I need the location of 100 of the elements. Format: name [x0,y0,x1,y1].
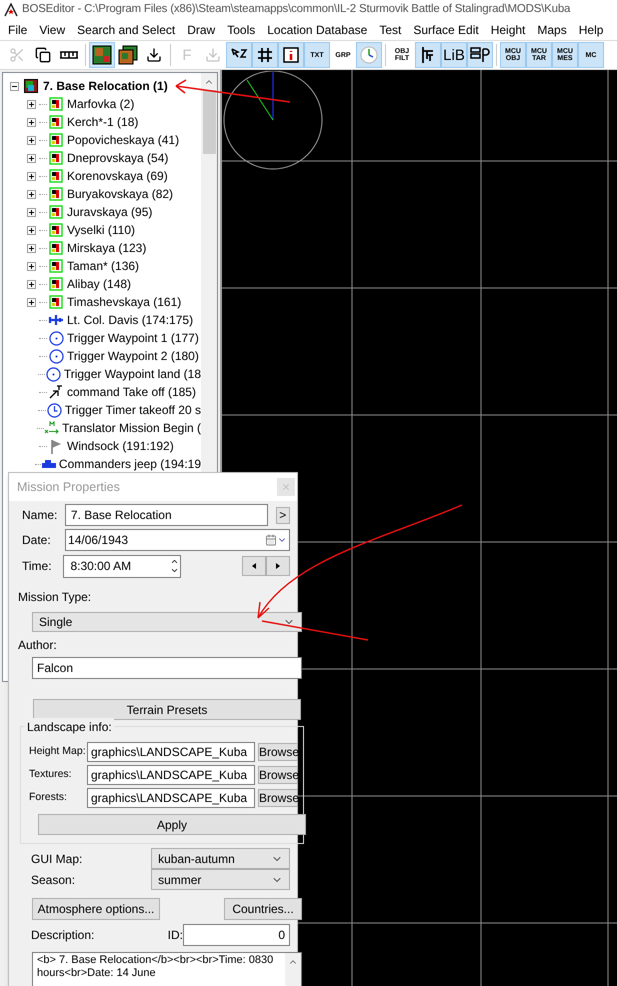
tree-item[interactable]: Kerch*-1 (18) [3,113,201,131]
expand-toggle[interactable] [27,226,36,234]
menu-item[interactable]: Help [572,21,610,39]
tree-item[interactable]: Mirskaya (123) [3,239,201,257]
description-field[interactable]: <b> 7. Base Relocation</b><br><br>Time: 0830 hours<br>Date: 14 June [32,952,302,986]
expand-toggle[interactable] [27,100,36,108]
expand-toggle[interactable] [27,154,36,162]
toolbar-button[interactable] [252,42,278,68]
expand-toggle[interactable] [27,136,36,144]
countries-button[interactable]: Countries... [224,898,302,920]
mission-icon [24,79,38,93]
tree-item[interactable]: Trigger Waypoint 2 (180) [3,347,201,365]
menu-item[interactable]: Height [484,21,532,39]
tree-item[interactable]: Translator Mission Begin ( [3,419,201,437]
toolbar-button[interactable] [278,42,304,68]
collapse-toggle[interactable] [10,82,19,90]
browse-button[interactable]: Browse [258,766,298,784]
browse-button[interactable]: Browse [258,788,298,806]
menu-item[interactable]: Location Database [261,21,374,39]
tree-item[interactable]: Popovicheskaya (41) [3,131,201,149]
toolbar-button[interactable]: LiB [441,42,467,68]
previous-button[interactable] [242,556,266,576]
calendar-icon [265,534,277,546]
field-label: Name: [21,507,58,524]
name-field[interactable]: 7. Base Relocation [64,504,268,526]
gui-map-select[interactable]: kuban-autumn [151,848,290,869]
tree-item[interactable]: Commanders jeep (194:19 [3,455,201,473]
expand-toggle[interactable] [27,244,36,252]
tree-item[interactable]: Marfovka (2) [3,95,201,113]
toolbar-button[interactable] [467,42,493,68]
tree-item[interactable]: Trigger Waypoint 1 (177) [3,329,201,347]
tree-item[interactable]: Korenovskaya (69) [3,167,201,185]
apply-button[interactable]: Apply [38,814,306,835]
tree-item[interactable]: command Take off (185) [3,383,201,401]
spin-down-icon [170,566,179,575]
tree-item[interactable]: Trigger Waypoint land (18 [3,365,201,383]
expand-toggle[interactable] [27,118,36,126]
copy-icon [35,47,51,63]
path-field[interactable]: graphics\LANDSCAPE_Kuba [87,742,255,762]
takeoff-icon [49,385,63,399]
expand-toggle[interactable] [27,280,36,288]
menu-item[interactable]: Search and Select [71,21,182,39]
grid-icon [257,47,273,63]
mission-type-select[interactable]: Single [32,612,302,632]
toolbar-button[interactable] [226,42,252,68]
expand-toggle[interactable] [27,208,36,216]
tree-item[interactable]: Trigger Timer takeoff 20 s [3,401,201,419]
menu-item[interactable]: Surface Edit [407,21,485,39]
group-icon [49,205,63,219]
left-triangle-icon [252,563,256,569]
author-field[interactable]: Falcon [32,657,302,679]
waypoint-icon [48,330,64,346]
expand-toggle[interactable] [27,298,36,306]
map-layers-icon [118,45,138,65]
menu-item[interactable]: File [2,21,34,39]
tree-item[interactable]: Dneprovskaya (54) [3,149,201,167]
atmosphere-options-button[interactable]: Atmosphere options... [32,898,160,920]
tree-item[interactable]: Alibay (148) [3,275,201,293]
field-label: GUI Map: [30,850,84,868]
menu-item[interactable]: View [33,21,72,39]
path-field[interactable]: graphics\LANDSCAPE_Kuba [87,788,255,808]
time-field[interactable]: 8:30:00 AM [63,554,181,578]
menu-item[interactable]: Maps [531,21,573,39]
spin-up-icon [170,557,179,566]
menu-item[interactable]: Test [373,21,408,39]
tree-item[interactable]: Taman* (136) [3,257,201,275]
season-select[interactable]: summer [151,869,290,890]
browse-button[interactable]: Browse [258,742,298,760]
app-logo-icon [4,3,18,17]
field-label: Mission Type: [17,589,92,606]
right-triangle-icon [276,563,280,569]
waypoint-icon [46,366,62,382]
group-icon [49,223,63,237]
group-icon [49,277,63,291]
toolbar-button[interactable] [415,42,441,68]
layout-icon [470,46,490,64]
download-icon [146,47,162,63]
tree-item[interactable]: 7. Base Relocation (1) [3,77,201,95]
menu-item[interactable]: Draw [181,21,222,39]
tree-item[interactable]: Timashevskaya (161) [3,293,201,311]
tree-item[interactable]: Windsock (191:192) [3,437,201,455]
tree-item[interactable]: Vyselki (110) [3,221,201,239]
plane-icon [48,314,64,326]
expand-toggle[interactable] [27,172,36,180]
tree-item[interactable]: Buryakovskaya (82) [3,185,201,203]
next-button[interactable] [266,556,290,576]
menu-item[interactable]: Tools [221,21,262,39]
group-icon [49,115,63,129]
scrollbar-thumb[interactable] [202,90,216,154]
path-field[interactable]: graphics\LANDSCAPE_Kuba [87,764,255,784]
expand-toggle[interactable] [27,262,36,270]
id-field[interactable]: 0 [183,924,290,946]
toolbar-button[interactable] [89,42,115,68]
waypoint-icon [48,348,64,364]
terrain-presets-button[interactable]: Terrain Presets [33,699,301,720]
date-field[interactable]: 14/06/1943 [65,529,290,551]
tree-item[interactable]: Juravskaya (95) [3,203,201,221]
next-button[interactable]: > [276,506,290,524]
tree-item[interactable]: Lt. Col. Davis (174:175) [3,311,201,329]
expand-toggle[interactable] [27,190,36,198]
